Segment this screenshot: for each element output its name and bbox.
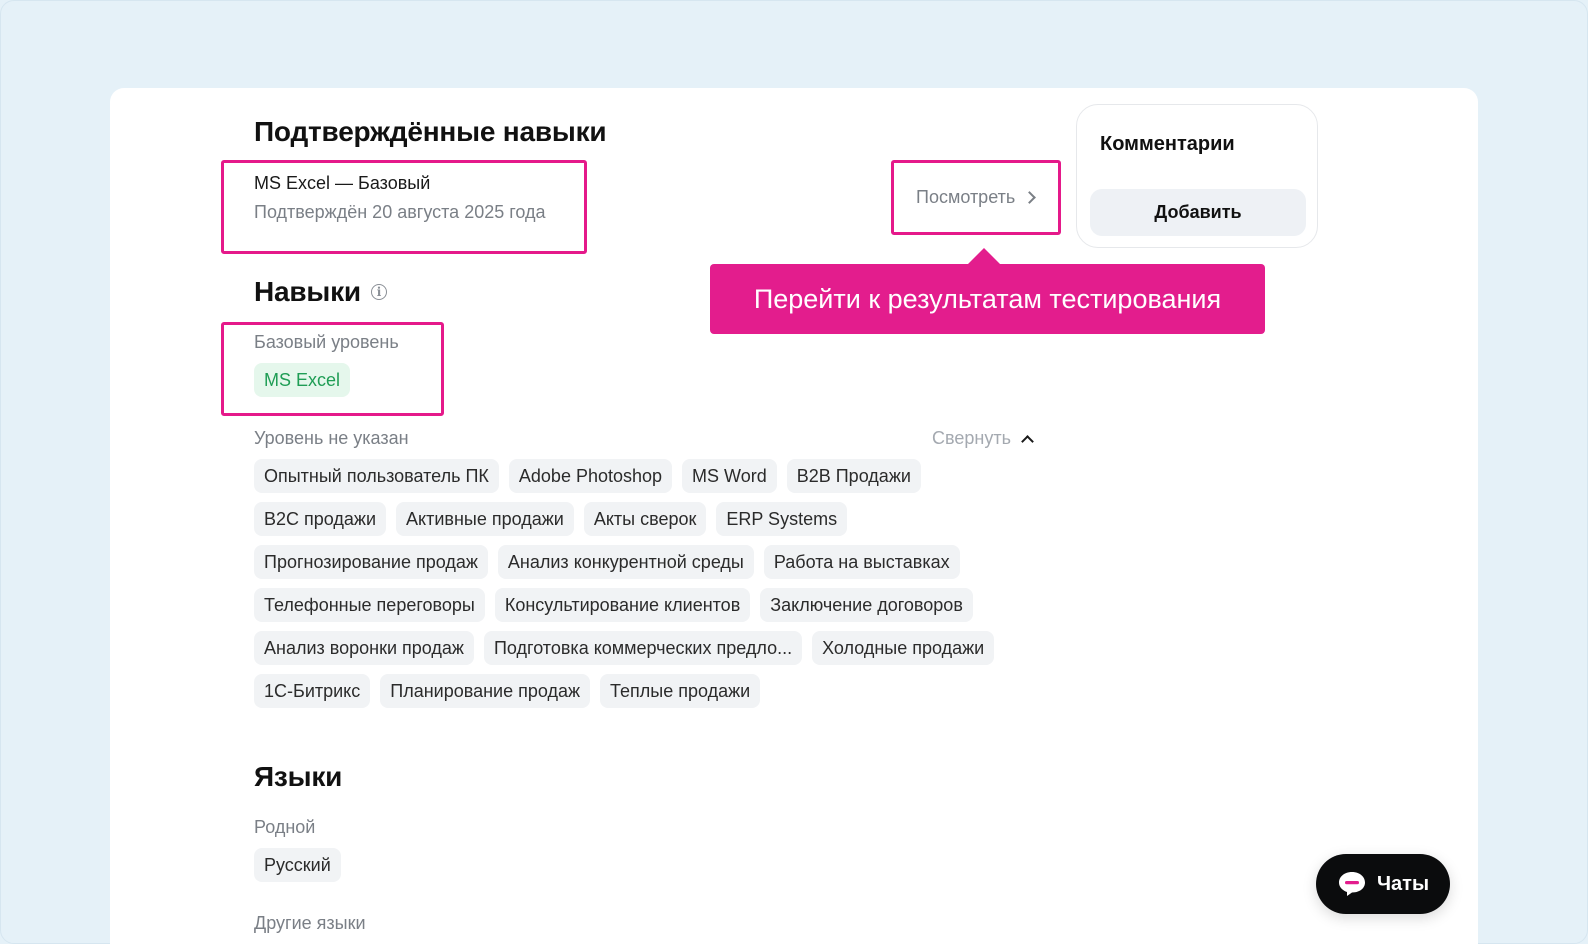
highlight-basic-level bbox=[221, 322, 444, 416]
language-tag[interactable]: Русский bbox=[254, 848, 341, 882]
tag-row: Опытный пользователь ПК Adobe Photoshop MS… bbox=[254, 459, 1054, 502]
other-languages-label: Другие языки bbox=[254, 913, 366, 933]
skills-title-text: Навыки bbox=[254, 276, 361, 307]
skill-tag[interactable]: Анализ воронки продаж bbox=[254, 631, 474, 665]
skills-title: Навыки i bbox=[254, 276, 387, 308]
tag-row: 1С-Битрикс Планирование продаж Теплые прод… bbox=[254, 674, 1054, 717]
tooltip-arrow bbox=[968, 248, 1000, 264]
skill-tag[interactable]: Телефонные переговоры bbox=[254, 588, 485, 622]
chats-button[interactable]: Чаты bbox=[1316, 854, 1450, 914]
skill-tag[interactable]: Теплые продажи bbox=[600, 674, 761, 708]
add-comment-button[interactable]: Добавить bbox=[1090, 189, 1306, 236]
highlight-view-link bbox=[891, 160, 1061, 235]
info-icon[interactable]: i bbox=[370, 283, 387, 300]
tag-row: Телефонные переговоры Консультирование кл… bbox=[254, 588, 1054, 631]
collapse-button[interactable]: Свернуть bbox=[932, 428, 1034, 449]
skill-tag[interactable]: Подготовка коммерческих предло... bbox=[483, 631, 803, 665]
skill-tag[interactable]: Заключение договоров bbox=[760, 588, 973, 622]
confirmed-skills-title: Подтверждённые навыки bbox=[254, 116, 607, 147]
skill-tag[interactable]: Консультирование клиентов bbox=[494, 588, 751, 622]
tag-row: Анализ воронки продаж Подготовка коммерче… bbox=[254, 631, 1054, 674]
resume-card: Подтверждённые навыки MS Excel — Базовый… bbox=[110, 88, 1478, 944]
native-language-label: Родной bbox=[254, 817, 316, 837]
comments-panel: Комментарии Добавить bbox=[1076, 104, 1318, 248]
tooltip-text: Перейти к результатам тестирования bbox=[753, 283, 1222, 314]
skill-tag[interactable]: B2B Продажи bbox=[786, 459, 921, 493]
skill-tag[interactable]: Холодные продажи bbox=[812, 631, 995, 665]
skill-tags-list: Опытный пользователь ПК Adobe Photoshop MS… bbox=[254, 459, 1054, 717]
skill-tag[interactable]: Акты сверок bbox=[583, 502, 707, 536]
collapse-label: Свернуть bbox=[932, 428, 1011, 448]
skill-tag[interactable]: Adobe Photoshop bbox=[508, 459, 673, 493]
skill-tag[interactable]: Анализ конкурентной среды bbox=[497, 545, 754, 579]
languages-title: Языки bbox=[254, 761, 343, 792]
skill-tag[interactable]: MS Word bbox=[682, 459, 777, 493]
native-language-tags: Русский bbox=[254, 848, 1054, 891]
chat-bubble-icon bbox=[1338, 872, 1365, 896]
skill-tag[interactable]: 1С-Битрикс bbox=[254, 674, 371, 708]
unspecified-level-label: Уровень не указан bbox=[254, 428, 409, 448]
skill-tag[interactable]: Работа на выставках bbox=[763, 545, 960, 579]
comments-title: Комментарии bbox=[1100, 133, 1235, 155]
skill-tag[interactable]: ERP Systems bbox=[716, 502, 848, 536]
tag-row: B2C продажи Активные продажи Акты сверок ER… bbox=[254, 502, 1054, 545]
skill-tag[interactable]: Прогнозирование продаж bbox=[254, 545, 488, 579]
tooltip-callout: Перейти к результатам тестирования bbox=[710, 264, 1265, 334]
chevron-up-icon bbox=[1021, 435, 1034, 448]
highlight-confirmed-skill bbox=[221, 160, 587, 254]
tag-row: Прогнозирование продаж Анализ конкурентно… bbox=[254, 545, 1054, 588]
skill-tag[interactable]: Активные продажи bbox=[396, 502, 574, 536]
skill-tag[interactable]: B2C продажи bbox=[254, 502, 386, 536]
skill-tag[interactable]: Опытный пользователь ПК bbox=[254, 459, 499, 493]
chats-label: Чаты bbox=[1376, 872, 1430, 895]
skill-tag[interactable]: Планирование продаж bbox=[380, 674, 591, 708]
